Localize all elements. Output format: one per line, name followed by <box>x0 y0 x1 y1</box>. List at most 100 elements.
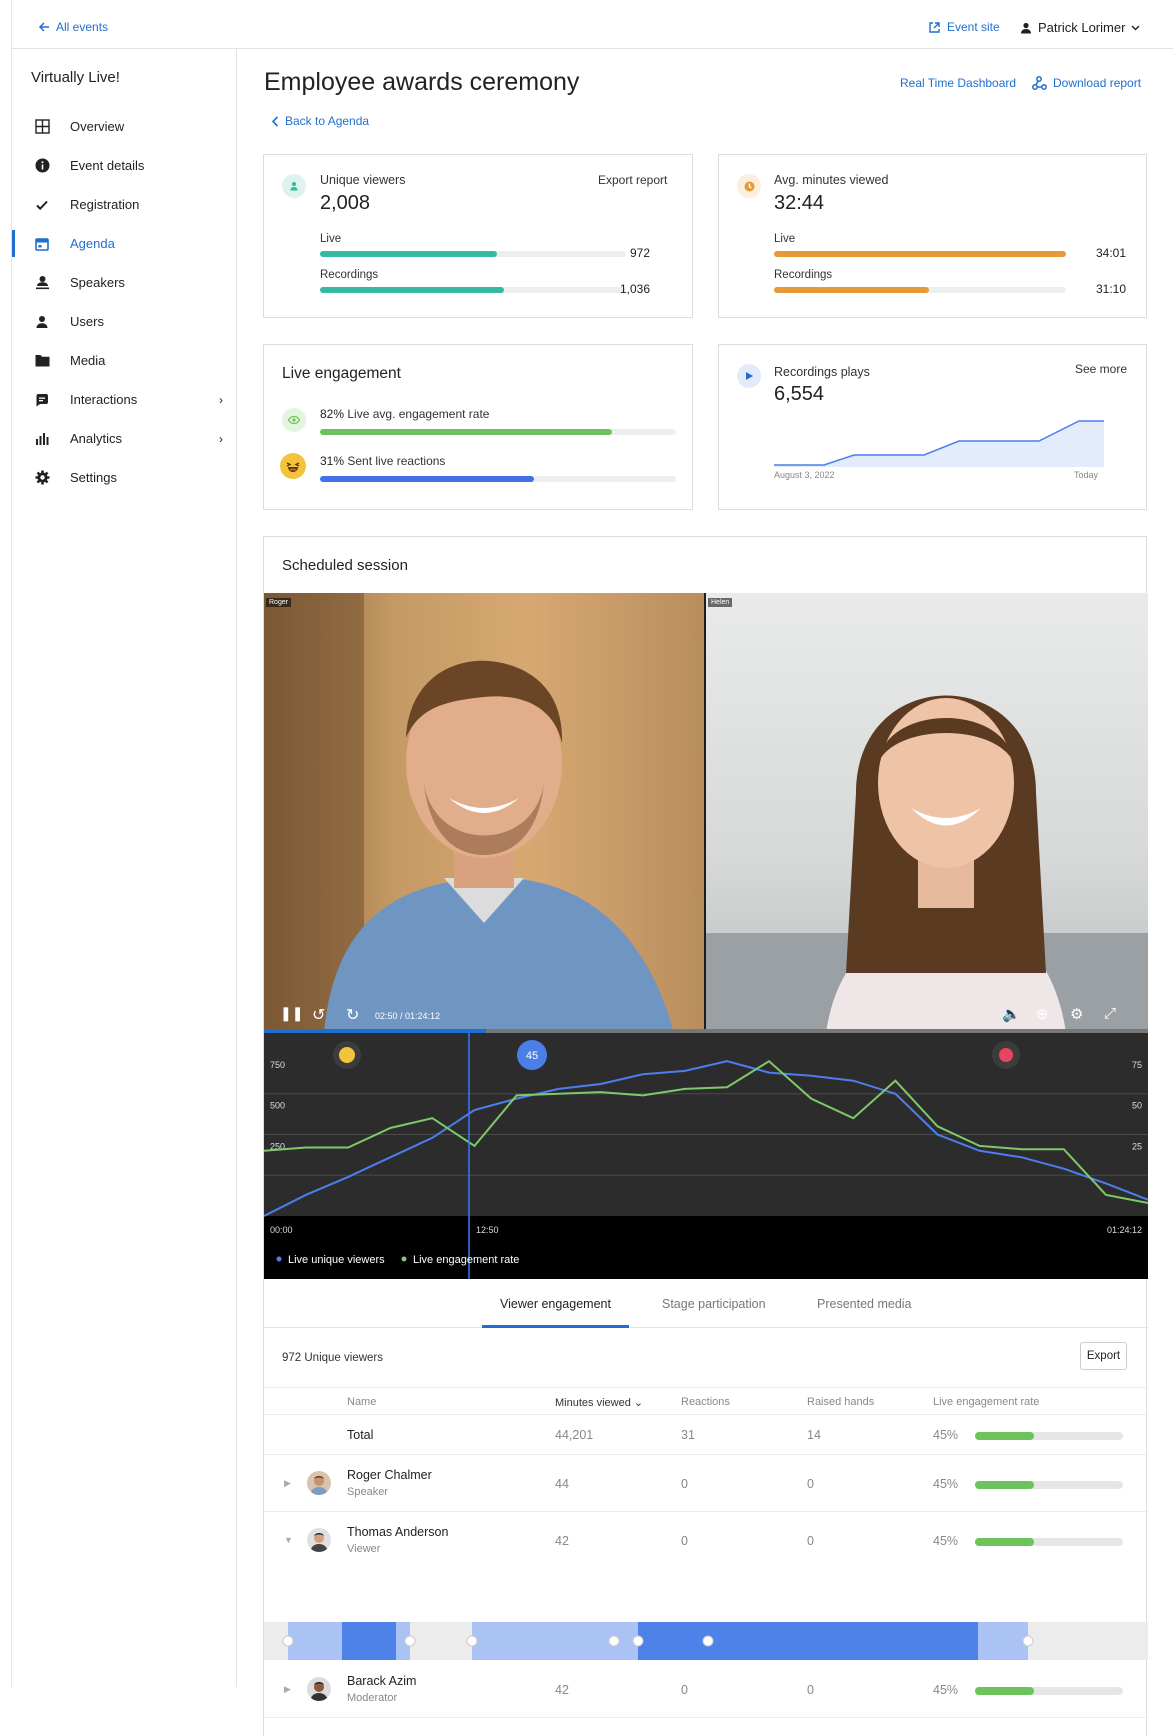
sidebar-item-agenda[interactable]: Agenda <box>12 224 237 263</box>
reactions-text: 31% Sent live reactions <box>320 454 445 468</box>
all-events-link[interactable]: All events <box>38 20 108 34</box>
eye-icon <box>282 408 306 432</box>
column-name[interactable]: Name <box>347 1396 376 1408</box>
sidebar-item-interactions[interactable]: Interactions › <box>12 380 237 419</box>
volume-icon[interactable]: 🔈 <box>1002 1005 1021 1023</box>
live-label: Live <box>774 233 796 245</box>
sidebar-nav: Overview Event details Registration Agen… <box>12 107 237 497</box>
row-reactions: 0 <box>681 1683 688 1697</box>
expand-caret-icon[interactable]: ▶ <box>284 1684 291 1695</box>
speaker-video-right: Helen <box>706 593 1148 1033</box>
legend-label-engagement: Live engagement rate <box>413 1254 519 1266</box>
export-button[interactable]: Export <box>1080 1342 1127 1370</box>
table-header: Name Minutes viewed ⌄ Reactions Raised h… <box>264 1387 1148 1415</box>
see-more-link[interactable]: See more <box>1075 362 1127 376</box>
table-row[interactable]: ▼ Thomas Anderson Viewer 42 0 0 45% <box>264 1512 1148 1569</box>
viewer-timeline[interactable] <box>264 1622 1148 1660</box>
sparkline-start-label: August 3, 2022 <box>774 470 835 480</box>
table-row[interactable]: ▶ Roger Chalmer Speaker 44 0 0 45% <box>264 1455 1148 1512</box>
emoji-face <box>339 1047 355 1063</box>
real-time-dashboard-label: Real Time Dashboard <box>900 76 1017 90</box>
sidebar-item-label: Agenda <box>70 236 115 251</box>
laughing-emoji-icon <box>280 453 306 479</box>
sidebar-item-registration[interactable]: Registration <box>12 185 237 224</box>
sidebar-item-label: Overview <box>70 119 125 134</box>
right-axis-tick-label: 75 <box>1132 1060 1142 1070</box>
globe-icon[interactable]: ⊕ <box>1036 1005 1049 1023</box>
sidebar-item-speakers[interactable]: Speakers <box>12 263 237 302</box>
sidebar-item-analytics[interactable]: Analytics › <box>12 419 237 458</box>
table-row-total: Total 44,201 31 14 45% <box>264 1415 1148 1455</box>
real-time-dashboard-link[interactable]: Real Time Dashboard <box>900 76 1016 90</box>
avg-minutes-value: 32:44 <box>774 192 825 214</box>
unique-viewers-label: Unique viewers <box>320 173 406 187</box>
expand-caret-icon[interactable]: ▶ <box>284 1478 291 1489</box>
row-minutes: 42 <box>555 1683 569 1697</box>
playback-time: 02:50 / 01:24:12 <box>375 1011 441 1021</box>
sidebar-item-label: Analytics <box>70 431 123 446</box>
engagement-rate-label: Live avg. engagement rate <box>347 407 490 421</box>
back-to-agenda-link[interactable]: Back to Agenda <box>271 114 369 128</box>
tab-presented-media[interactable]: Presented media <box>817 1297 912 1311</box>
event-site-label: Event site <box>947 20 1000 34</box>
pause-button[interactable]: ❚❚ <box>280 1005 303 1022</box>
live-viewers-value: 972 <box>629 246 650 260</box>
sidebar-item-media[interactable]: Media <box>12 341 237 380</box>
row-hands: 0 <box>807 1683 814 1697</box>
export-report-link[interactable]: Export report <box>598 173 667 187</box>
viewer-timeline-svg <box>282 1622 1034 1660</box>
forward-10-icon[interactable]: ↻ <box>346 1005 359 1025</box>
unique-viewers-value: 2,008 <box>320 192 371 214</box>
time-cursor-label: 12:50 <box>476 1225 499 1235</box>
chevron-right-icon: › <box>219 431 223 446</box>
column-minutes-viewed[interactable]: Minutes viewed ⌄ <box>555 1396 643 1409</box>
download-report-link[interactable]: Download report <box>1032 76 1141 90</box>
active-tab-indicator <box>482 1325 629 1328</box>
grid-icon <box>32 117 52 137</box>
tab-stage-participation[interactable]: Stage participation <box>662 1297 766 1311</box>
video-player[interactable]: Roger Helen ❚❚ ↺ ↻ 02:50 / 01:24:12 🔈 ⊕ <box>264 593 1148 1033</box>
avatar <box>307 1677 331 1701</box>
row-rate: 45% <box>933 1683 959 1697</box>
row-rate-bar <box>975 1481 1123 1489</box>
recording-viewers-value: 1,036 <box>619 282 650 296</box>
column-raised-hands[interactable]: Raised hands <box>807 1396 874 1408</box>
scheduled-session-section: Scheduled session Roger Helen ❚❚ ↺ ↻ 02:… <box>263 536 1148 1736</box>
total-minutes: 44,201 <box>555 1428 594 1442</box>
gear-icon <box>32 468 52 488</box>
sidebar-item-overview[interactable]: Overview <box>12 107 237 146</box>
column-minutes-viewed-label: Minutes viewed <box>555 1397 631 1409</box>
rewind-10-icon[interactable]: ↺ <box>312 1005 325 1025</box>
fullscreen-icon[interactable]: ⤢ <box>1104 1005 1116 1022</box>
column-reactions[interactable]: Reactions <box>681 1396 730 1408</box>
emoji-heart <box>999 1048 1013 1062</box>
reactions-label: Sent live reactions <box>347 454 446 468</box>
engagement-chart-svg: 250 25500 50750 754500:00 12:50 01:24:12Live … <box>264 1033 1148 1279</box>
tab-viewer-engagement[interactable]: Viewer engagement <box>500 1297 611 1311</box>
collapse-caret-icon[interactable]: ▼ <box>284 1535 293 1545</box>
legend-dot-viewers <box>276 1256 282 1262</box>
check-icon <box>32 195 52 215</box>
avg-minutes-label: Avg. minutes viewed <box>774 173 889 187</box>
row-hands: 0 <box>807 1534 814 1548</box>
sidebar-item-users[interactable]: Users <box>12 302 237 341</box>
share-icon <box>1032 76 1047 90</box>
clock-icon <box>737 174 761 198</box>
row-name: Barack Azim <box>347 1674 417 1688</box>
event-site-link[interactable]: Event site <box>928 20 1000 34</box>
table-row[interactable]: ▶ Barack Azim Moderator 42 0 0 45% <box>264 1660 1148 1718</box>
column-engagement-rate[interactable]: Live engagement rate <box>933 1396 1039 1408</box>
settings-icon[interactable]: ⚙ <box>1070 1005 1083 1023</box>
speaker-name-tag-right: Helen <box>708 598 733 607</box>
sidebar-item-settings[interactable]: Settings <box>12 458 237 497</box>
user-menu[interactable]: Patrick Lorimer <box>1020 20 1140 35</box>
sidebar-item-event-details[interactable]: Event details <box>12 146 237 185</box>
engagement-rate-text: 82% Live avg. engagement rate <box>320 407 489 421</box>
recordings-plays-sparkline <box>774 420 1104 467</box>
row-reactions: 0 <box>681 1477 688 1491</box>
left-axis-tick-label: 500 <box>270 1101 285 1111</box>
total-reactions: 31 <box>681 1428 695 1442</box>
recordings-plays-card: Recordings plays 6,554 See more August 3… <box>718 344 1147 510</box>
marker-label: 45 <box>526 1050 538 1062</box>
live-minutes-value: 34:01 <box>1095 246 1126 260</box>
